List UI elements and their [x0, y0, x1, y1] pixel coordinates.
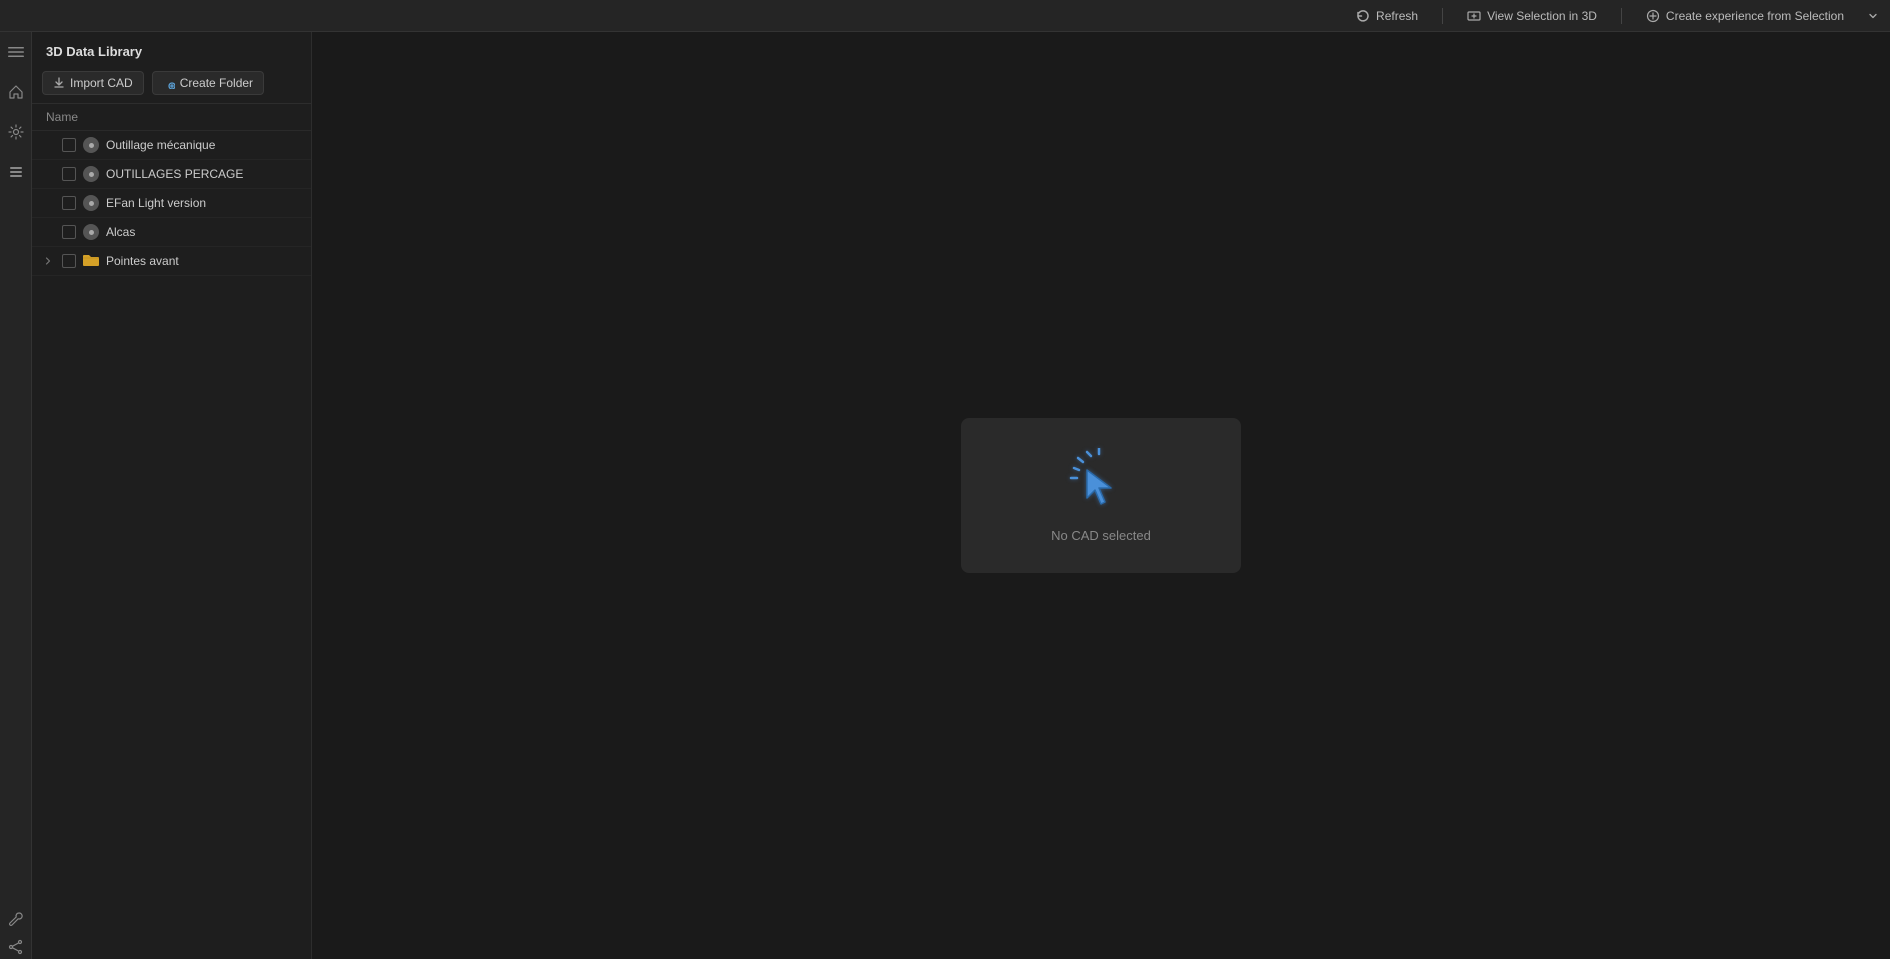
list-item[interactable]: Alcas — [32, 218, 311, 247]
name-column-header: Name — [46, 110, 78, 124]
no-cad-selected-text: No CAD selected — [1051, 528, 1151, 543]
expand-arrow-2 — [40, 166, 56, 182]
wrench-icon — [8, 911, 24, 927]
list-icon — [8, 164, 24, 180]
topbar: Refresh View Selection in 3D Create expe… — [0, 0, 1890, 32]
hamburger-icon — [8, 44, 24, 60]
list-item[interactable]: OUTILLAGES PERCAGE — [32, 160, 311, 189]
view-3d-icon — [1467, 9, 1481, 23]
file-name-1: Outillage mécanique — [106, 138, 303, 152]
chevron-down-icon — [1868, 11, 1878, 21]
checkbox-1[interactable] — [62, 138, 76, 152]
sidebar-bottom-tools — [4, 927, 28, 951]
folder-plus-icon — [163, 77, 175, 89]
topbar-divider-2 — [1621, 8, 1622, 24]
cad-file-icon-4 — [82, 223, 100, 241]
expand-arrow-5[interactable] — [40, 253, 56, 269]
checkbox-3[interactable] — [62, 196, 76, 210]
create-experience-button[interactable]: Create experience from Selection — [1646, 9, 1844, 23]
create-folder-label: Create Folder — [180, 76, 253, 90]
create-experience-icon — [1646, 9, 1660, 23]
expand-arrow-3 — [40, 195, 56, 211]
panel-toolbar: Import CAD Create Folder — [32, 67, 311, 104]
file-panel: 3D Data Library Import CAD Create Folder… — [32, 32, 312, 959]
checkbox-2[interactable] — [62, 167, 76, 181]
file-name-4: Alcas — [106, 225, 303, 239]
preview-panel: No CAD selected — [312, 32, 1890, 959]
preview-card: No CAD selected — [961, 418, 1241, 573]
file-name-2: OUTILLAGES PERCAGE — [106, 167, 303, 181]
sidebar-tool1-icon[interactable] — [4, 911, 28, 927]
create-experience-label: Create experience from Selection — [1666, 9, 1844, 23]
panel-title: 3D Data Library — [32, 32, 311, 67]
checkbox-4[interactable] — [62, 225, 76, 239]
list-item[interactable]: Outillage mécanique — [32, 131, 311, 160]
refresh-button[interactable]: Refresh — [1356, 9, 1418, 23]
import-cad-button[interactable]: Import CAD — [42, 71, 144, 95]
file-list: Outillage mécanique OUTILLAGES PERCAGE E… — [32, 131, 311, 959]
no-selection-illustration — [1069, 448, 1133, 512]
expand-arrow-1 — [40, 137, 56, 153]
file-name-3: EFan Light version — [106, 196, 303, 210]
folder-svg-icon — [82, 253, 100, 267]
cad-file-icon-3 — [82, 194, 100, 212]
sidebar-settings-icon[interactable] — [4, 120, 28, 144]
sidebar-home-icon[interactable] — [4, 80, 28, 104]
settings-gear-icon — [8, 124, 24, 140]
folder-icon-5 — [82, 252, 100, 270]
import-cad-label: Import CAD — [70, 76, 133, 90]
refresh-icon — [1356, 9, 1370, 23]
topbar-divider-1 — [1442, 8, 1443, 24]
sidebar-tool2-icon[interactable] — [4, 939, 28, 955]
checkbox-5[interactable] — [62, 254, 76, 268]
home-icon — [8, 84, 24, 100]
file-list-header: Name — [32, 104, 311, 131]
list-item[interactable]: Pointes avant — [32, 247, 311, 276]
refresh-label: Refresh — [1376, 9, 1418, 23]
view-selection-button[interactable]: View Selection in 3D — [1467, 9, 1597, 23]
sidebar-menu-icon[interactable] — [4, 40, 28, 64]
create-folder-button[interactable]: Create Folder — [152, 71, 264, 95]
cad-file-icon-1 — [82, 136, 100, 154]
click-cursor-icon — [1069, 448, 1133, 512]
file-name-5: Pointes avant — [106, 254, 303, 268]
import-icon — [53, 77, 65, 89]
chevron-right-icon — [43, 256, 53, 266]
main-layout: 3D Data Library Import CAD Create Folder… — [0, 32, 1890, 959]
view-selection-label: View Selection in 3D — [1487, 9, 1597, 23]
share-icon — [8, 939, 24, 955]
expand-arrow-4 — [40, 224, 56, 240]
dropdown-chevron[interactable] — [1868, 11, 1878, 21]
list-item[interactable]: EFan Light version — [32, 189, 311, 218]
cad-file-icon-2 — [82, 165, 100, 183]
icon-sidebar — [0, 32, 32, 959]
sidebar-list-icon[interactable] — [4, 160, 28, 184]
